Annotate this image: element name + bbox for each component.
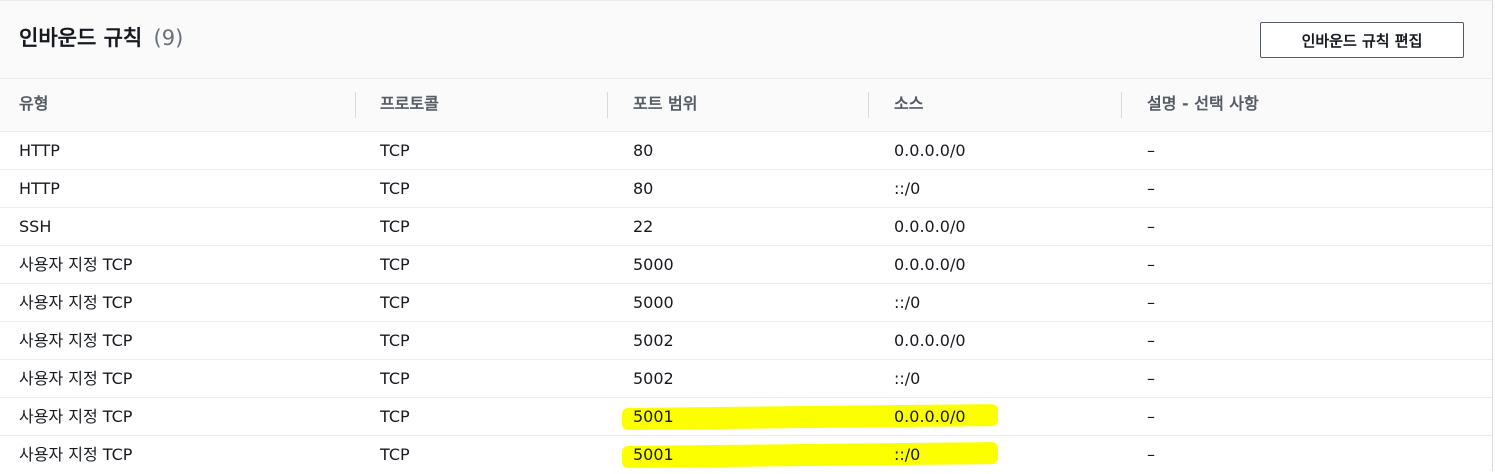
table-row: 사용자 지정 TCP TCP 5002 0.0.0.0/0 – [0,322,1492,360]
table-row: HTTP TCP 80::/0 – [0,170,1492,208]
cell-port-range: 5000 [633,293,674,312]
cell-description: – [1147,407,1155,426]
panel-header: 인바운드 규칙 (9) 인바운드 규칙 편집 [0,1,1492,79]
column-header-port-range[interactable]: 포트 범위 [633,79,697,131]
cell-port-range: 22 [633,217,654,236]
panel-title: 인바운드 규칙 (9) [19,22,183,52]
cell-port-range: 5000 [633,255,674,274]
cell-source: 0.0.0.0/0 [894,217,966,236]
cell-protocol: TCP [380,445,410,464]
cell-protocol: TCP [380,407,410,426]
cell-type: 사용자 지정 TCP [19,445,133,464]
column-header-protocol[interactable]: 프로토콜 [380,79,439,131]
cell-type: 사용자 지정 TCP [19,407,133,426]
cell-port-range: 5002 [633,369,674,388]
cell-protocol: TCP [380,179,410,198]
table-row: 사용자 지정 TCP TCP 5000::/0 – [0,284,1492,322]
cell-description: – [1147,445,1155,464]
table-row: 사용자 지정 TCP TCP 5000 0.0.0.0/0 – [0,246,1492,284]
table-row: 사용자 지정 TCP TCP 5002::/0 – [0,360,1492,398]
cell-port-range: 5001 [633,445,674,464]
cell-source: 0.0.0.0/0 [894,331,966,350]
cell-type: 사용자 지정 TCP [19,331,133,350]
table-row: HTTP TCP 80 0.0.0.0/0 – [0,132,1492,170]
cell-description: – [1147,141,1155,160]
cell-description: – [1147,369,1155,388]
cell-source: ::/0 [894,369,921,388]
inbound-rules-panel: 인바운드 규칙 (9) 인바운드 규칙 편집 유형 프로토콜 포트 범위 소스 … [0,0,1493,471]
column-divider[interactable] [607,92,608,118]
cell-port-range: 80 [633,141,654,160]
rule-count: (9) [153,26,184,50]
cell-source: ::/0 [894,293,921,312]
cell-type: 사용자 지정 TCP [19,369,133,388]
cell-protocol: TCP [380,369,410,388]
cell-protocol: TCP [380,255,410,274]
column-header-type[interactable]: 유형 [19,79,48,131]
cell-description: – [1147,217,1155,236]
cell-source: 0.0.0.0/0 [894,141,966,160]
cell-type: 사용자 지정 TCP [19,255,133,274]
table-row: 사용자 지정 TCP TCP 5001 0.0.0.0/0 – [0,398,1492,436]
column-header-description[interactable]: 설명 - 선택 사항 [1147,79,1259,131]
cell-description: – [1147,179,1155,198]
cell-type: HTTP [19,141,60,160]
cell-protocol: TCP [380,217,410,236]
table-row: 사용자 지정 TCP TCP 5001::/0 – [0,436,1492,474]
cell-description: – [1147,293,1155,312]
cell-source: ::/0 [894,179,921,198]
inbound-rules-table: 유형 프로토콜 포트 범위 소스 설명 - 선택 사항 HTTP TCP 80 0.0… [0,79,1492,474]
cell-source: 0.0.0.0/0 [894,407,966,426]
column-divider[interactable] [868,92,869,118]
cell-protocol: TCP [380,331,410,350]
cell-description: – [1147,331,1155,350]
column-header-source[interactable]: 소스 [894,79,923,131]
column-divider[interactable] [355,92,356,118]
cell-type: SSH [19,217,52,236]
cell-source: 0.0.0.0/0 [894,255,966,274]
cell-port-range: 5002 [633,331,674,350]
table-body: HTTP TCP 80 0.0.0.0/0– HTTP TCP 80::/0– SSH TCP 2… [0,132,1492,474]
cell-description: – [1147,255,1155,274]
highlight-mark [621,442,999,468]
cell-port-range: 80 [633,179,654,198]
cell-type: HTTP [19,179,60,198]
cell-port-range: 5001 [633,407,674,426]
panel-title-text: 인바운드 규칙 [19,26,143,50]
table-row: SSH TCP 22 0.0.0.0/0 – [0,208,1492,246]
cell-protocol: TCP [380,293,410,312]
column-divider[interactable] [1121,92,1122,118]
cell-protocol: TCP [380,141,410,160]
cell-type: 사용자 지정 TCP [19,293,133,312]
table-header-row: 유형 프로토콜 포트 범위 소스 설명 - 선택 사항 [0,79,1492,132]
cell-source: ::/0 [894,445,921,464]
edit-inbound-rules-button[interactable]: 인바운드 규칙 편집 [1260,22,1464,58]
